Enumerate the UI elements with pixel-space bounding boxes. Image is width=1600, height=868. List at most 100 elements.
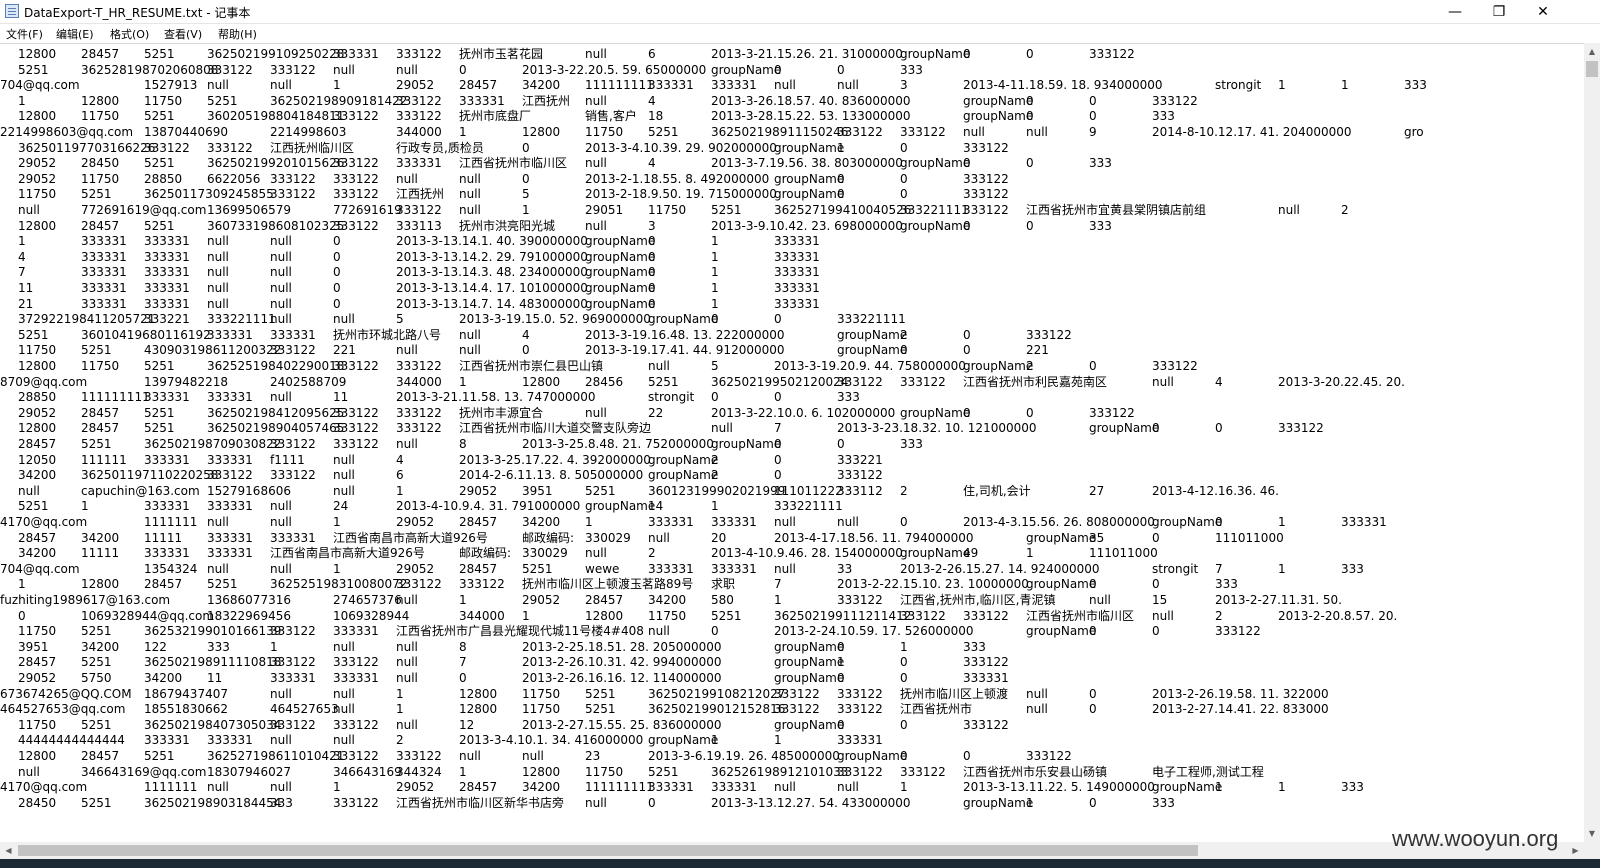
maximize-button[interactable]: ❐	[1476, 0, 1522, 24]
text-field: 333331	[333, 624, 379, 639]
text-line: 28850 111111111 333331 333331 null 11 2013-3-2…	[0, 390, 1584, 406]
text-field: null	[333, 452, 355, 467]
text-field: 2013-3-13.14.3. 48. 234000000	[396, 265, 588, 280]
text-field: 江西省抚州市	[900, 702, 973, 717]
text-line: 28457 5251 362502198709030822 333122 333122 n…	[0, 437, 1584, 453]
text-field: 333331	[774, 249, 820, 264]
text-field: null	[1278, 203, 1300, 217]
text-field: 2013-2-25.18.51. 28. 205000000	[522, 639, 722, 654]
text-field: groupName	[837, 343, 908, 358]
menu-bar: 文件(F) 编辑(E) 格式(O) 查看(V) 帮助(H)	[0, 24, 1600, 43]
text-field: 333331	[81, 234, 127, 249]
vertical-scrollbar[interactable]: ▲ ▼	[1584, 43, 1600, 842]
minimize-button[interactable]: —	[1432, 0, 1478, 24]
text-field: null	[396, 593, 418, 607]
close-button[interactable]: ✕	[1520, 0, 1566, 24]
text-field: 5251	[81, 624, 112, 639]
text-field: 333331	[81, 296, 127, 311]
text-field: 1	[1215, 780, 1223, 795]
text-field: null	[1026, 686, 1048, 701]
scroll-right-arrow-icon[interactable]: ▶	[1567, 842, 1584, 859]
text-field: strongit	[1215, 78, 1262, 93]
text-field: 电子工程师,测试工程	[1152, 764, 1264, 779]
scroll-left-arrow-icon[interactable]: ◀	[0, 842, 17, 859]
text-field: null	[648, 530, 670, 545]
text-field: null	[963, 125, 985, 139]
text-field: 2013-3-28.15.22. 53. 133000000	[711, 109, 911, 124]
menu-view[interactable]: 查看(V)	[164, 26, 202, 42]
text-field: 2013-3-6.19.19. 26. 485000000	[648, 749, 840, 763]
text-field: 333122	[837, 374, 883, 389]
text-field: 333122	[333, 218, 379, 233]
text-field: null	[18, 203, 40, 217]
text-field: 江西省南昌市高新大道926号	[270, 546, 425, 561]
text-field: null	[207, 234, 229, 249]
text-field: groupName	[585, 499, 656, 514]
scroll-up-arrow-icon[interactable]: ▲	[1584, 43, 1600, 60]
text-field: capuchin@163.com	[81, 483, 200, 498]
menu-format[interactable]: 格式(O)	[110, 26, 149, 42]
text-field: groupName	[774, 717, 845, 732]
text-editor-area[interactable]: 12800 28457 5251 362502199109250228 333331 33…	[0, 43, 1584, 842]
text-field: 0	[1089, 702, 1097, 717]
text-field: 111011222	[774, 483, 843, 498]
text-field: 5251	[711, 608, 742, 623]
text-field: null	[207, 265, 229, 280]
menu-file[interactable]: 文件(F)	[6, 26, 43, 42]
text-field: null	[396, 639, 418, 654]
menu-edit[interactable]: 编辑(E)	[56, 26, 94, 42]
text-field: 333122	[1089, 47, 1135, 61]
text-field: 333122	[396, 577, 442, 592]
text-field: 333221	[837, 452, 883, 467]
text-field: 11750	[648, 203, 687, 217]
text-field: 11750	[18, 187, 57, 202]
text-field: null	[1026, 125, 1048, 139]
text-field: 333331	[144, 390, 190, 405]
text-field: 3	[648, 218, 656, 233]
text-field: 333122	[963, 171, 1009, 186]
text-field: 333122	[900, 608, 946, 623]
text-field: 江西抚州	[396, 187, 445, 202]
text-field: null	[207, 561, 229, 576]
text-field: 2013-4-11.18.59. 18. 934000000	[963, 78, 1163, 93]
menu-help[interactable]: 帮助(H)	[218, 26, 257, 42]
text-field: 12800	[18, 109, 57, 124]
text-field: 333122	[963, 655, 1009, 670]
text-field: null	[585, 156, 607, 171]
vertical-scroll-thumb[interactable]	[1586, 61, 1598, 77]
text-field: 1	[459, 125, 467, 139]
text-field: 2013-4-17.18.56. 11. 794000000	[774, 530, 974, 545]
text-field: 2013-2-24.10.59. 17. 526000000	[774, 624, 974, 639]
text-field: 江西省抚州市乐安县山砀镇	[963, 764, 1108, 779]
text-field: 0	[333, 265, 341, 280]
horizontal-scrollbar[interactable]: ◀ ▶	[0, 842, 1584, 859]
text-field: 5251	[81, 187, 112, 202]
text-field: 333122	[270, 187, 316, 202]
text-field: 362527199410040526	[774, 203, 912, 217]
text-line: 29052 28457 5251 362502198412095625 333122 33…	[0, 406, 1584, 422]
text-field: 344000	[459, 608, 505, 623]
text-field: 1	[837, 655, 845, 670]
text-field: null	[270, 265, 292, 280]
text-field: 0	[1215, 421, 1223, 436]
text-field: 122	[144, 639, 167, 654]
text-field: null	[522, 749, 544, 763]
text-field: 333122	[1026, 749, 1072, 763]
text-field: 346643169@qq.com	[81, 764, 207, 779]
text-field: 11111	[81, 546, 120, 561]
text-field: 7	[1215, 561, 1223, 576]
text-field: null	[270, 281, 292, 295]
text-field: 28850	[144, 171, 183, 186]
text-field: 362526198912101033	[711, 764, 849, 779]
text-field: 5251	[144, 218, 175, 233]
text-field: 5251	[81, 655, 112, 670]
text-field: 333122	[270, 437, 316, 451]
text-field: 330029	[585, 530, 631, 545]
text-field: 333122	[333, 156, 379, 171]
horizontal-scroll-thumb[interactable]	[18, 845, 1198, 856]
text-field: groupName	[963, 359, 1034, 373]
text-field: 21	[18, 296, 34, 311]
scroll-down-arrow-icon[interactable]: ▼	[1584, 825, 1600, 842]
text-line: 11750 5251 430903198611200322 333122 221 null…	[0, 343, 1584, 359]
text-field: 333112	[837, 483, 883, 498]
